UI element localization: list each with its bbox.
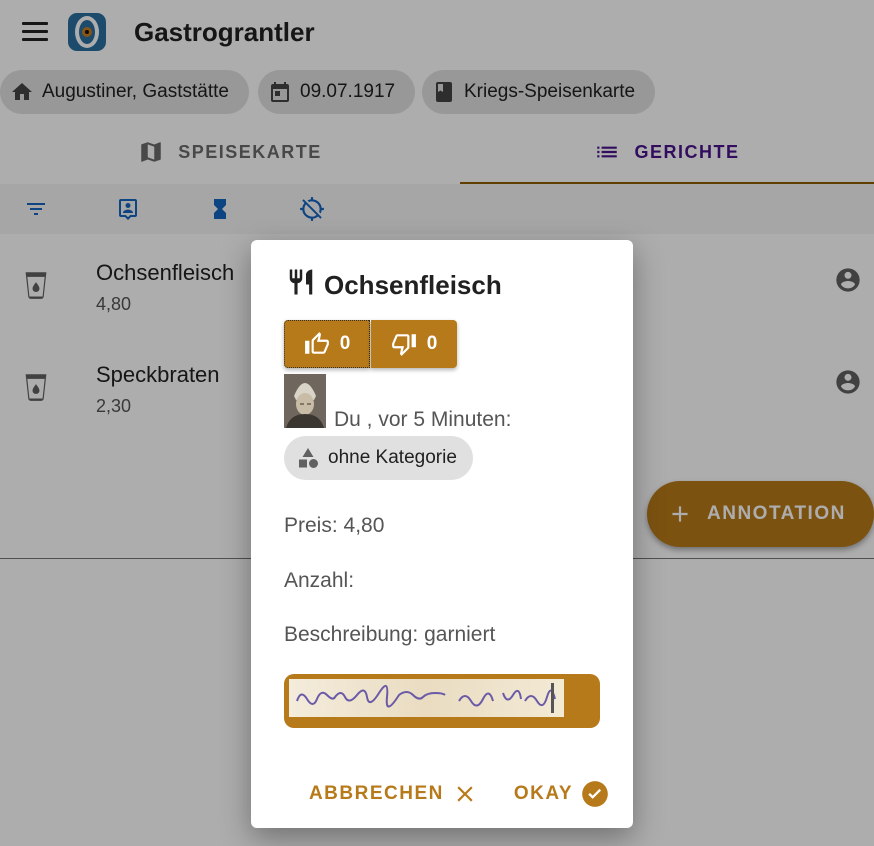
dialog-title: Ochsenfleisch — [324, 270, 502, 300]
thumb-down-icon — [391, 334, 416, 356]
check-circle-icon — [582, 781, 608, 807]
thumb-up-icon — [304, 332, 329, 354]
category-icon — [299, 448, 318, 468]
downvote-count: 0 — [426, 333, 438, 354]
okay-button[interactable]: OKAY — [514, 780, 609, 808]
category-label: ohne Kategorie — [328, 447, 457, 468]
dialog-header: Ochsenfleisch — [286, 262, 502, 301]
cancel-label: ABBRECHEN — [308, 783, 444, 804]
dish-dialog: Ochsenfleisch 0 0 Du , vor 5 Minuten: oh… — [251, 240, 633, 828]
close-icon — [457, 786, 473, 802]
description-field: Beschreibung: garniert — [284, 623, 496, 646]
upvote-count: 0 — [339, 333, 351, 354]
upvote-button[interactable]: 0 — [284, 320, 370, 368]
category-chip[interactable]: ohne Kategorie — [284, 436, 473, 480]
price-field: Preis: 4,80 — [284, 514, 385, 537]
annotation-meta: Du , vor 5 Minuten: — [334, 408, 512, 431]
user-avatar — [284, 374, 326, 428]
okay-label: OKAY — [513, 783, 573, 804]
vote-group: 0 0 — [284, 320, 457, 368]
count-field: Anzahl: — [284, 569, 355, 592]
cutlery-icon — [289, 269, 313, 294]
scan-snippet[interactable] — [284, 674, 600, 728]
downvote-button[interactable]: 0 — [371, 320, 457, 368]
cancel-button[interactable]: ABBRECHEN — [309, 781, 478, 807]
dialog-actions: ABBRECHEN OKAY — [309, 780, 609, 808]
handwriting-image — [289, 679, 564, 717]
